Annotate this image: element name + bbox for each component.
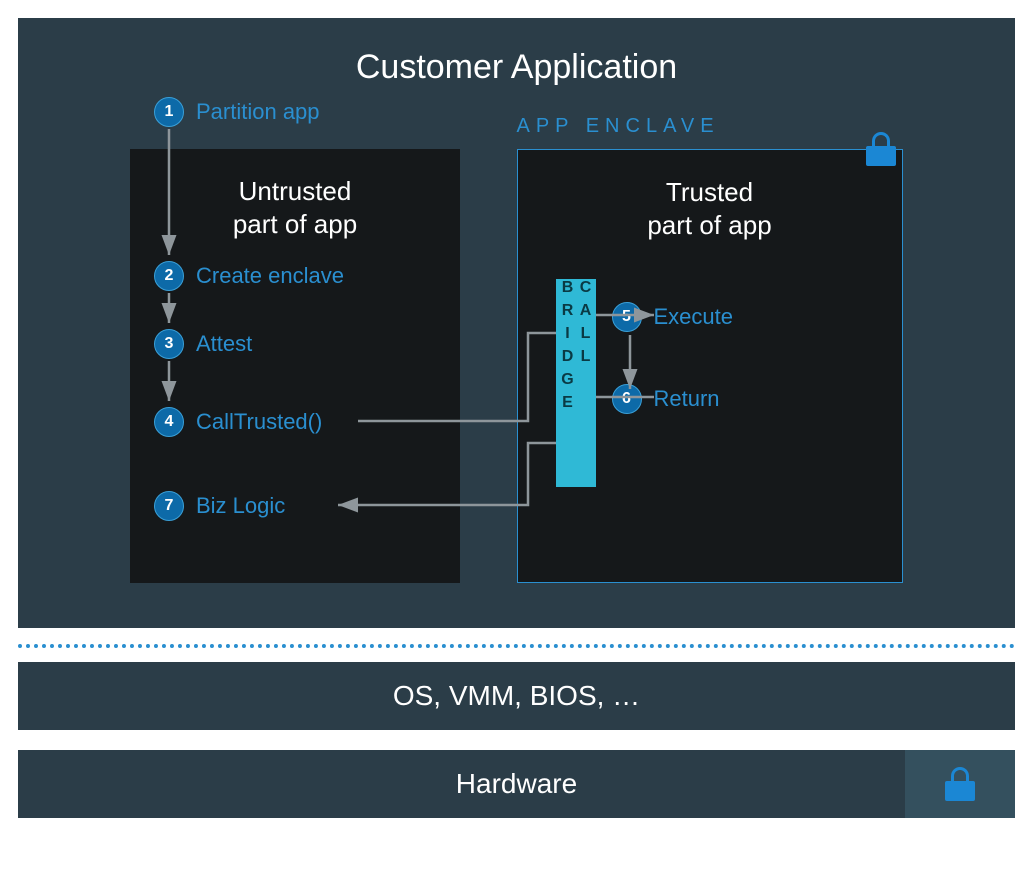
step-badge-5: 5 [612,302,642,332]
untrusted-column: 1 Partition app Untrusted part of app 2 … [58,93,517,593]
step-badge-2: 2 [154,261,184,291]
trusted-title-line1: Trusted [666,177,753,207]
lock-icon [866,132,896,166]
step-5: 5 Execute [612,302,734,332]
step-badge-7: 7 [154,491,184,521]
step-label-5: Execute [654,304,734,330]
trusted-title-line2: part of app [647,210,771,240]
call-bridge-label: CALL BRIDGE [558,279,594,487]
step-badge-4: 4 [154,407,184,437]
untrusted-title: Untrusted part of app [130,149,460,240]
step-label-3: Attest [196,331,252,357]
step-label-6: Return [654,386,720,412]
step-2: 2 Create enclave [154,261,344,291]
lock-icon [945,767,975,801]
step-badge-1: 1 [154,97,184,127]
step-badge-6: 6 [612,384,642,414]
step-label-1: Partition app [196,99,320,125]
trusted-title: Trusted part of app [518,150,902,241]
step-badge-3: 3 [154,329,184,359]
step-6: 6 Return [612,384,720,414]
customer-application-panel: Customer Application 1 Partition app Unt… [18,18,1015,628]
step-1: 1 Partition app [154,97,320,127]
enclave-label: APP ENCLAVE [517,115,720,138]
untrusted-title-line2: part of app [233,209,357,239]
os-layer-label: OS, VMM, BIOS, … [393,680,640,712]
step-label-2: Create enclave [196,263,344,289]
hardware-lock-slot [905,750,1015,818]
untrusted-title-line1: Untrusted [239,176,352,206]
diagram-root: Customer Application 1 Partition app Unt… [18,18,1015,818]
panel-title: Customer Application [58,48,975,87]
step-3: 3 Attest [154,329,252,359]
hardware-layer-label: Hardware [456,768,577,800]
step-7: 7 Biz Logic [154,491,285,521]
divider-dotted [18,644,1015,648]
os-layer-bar: OS, VMM, BIOS, … [18,662,1015,730]
hardware-layer-bar: Hardware [18,750,1015,818]
step-label-7: Biz Logic [196,493,285,519]
call-bridge: CALL BRIDGE [556,279,596,487]
step-4: 4 CallTrusted() [154,407,322,437]
step-label-4: CallTrusted() [196,409,322,435]
